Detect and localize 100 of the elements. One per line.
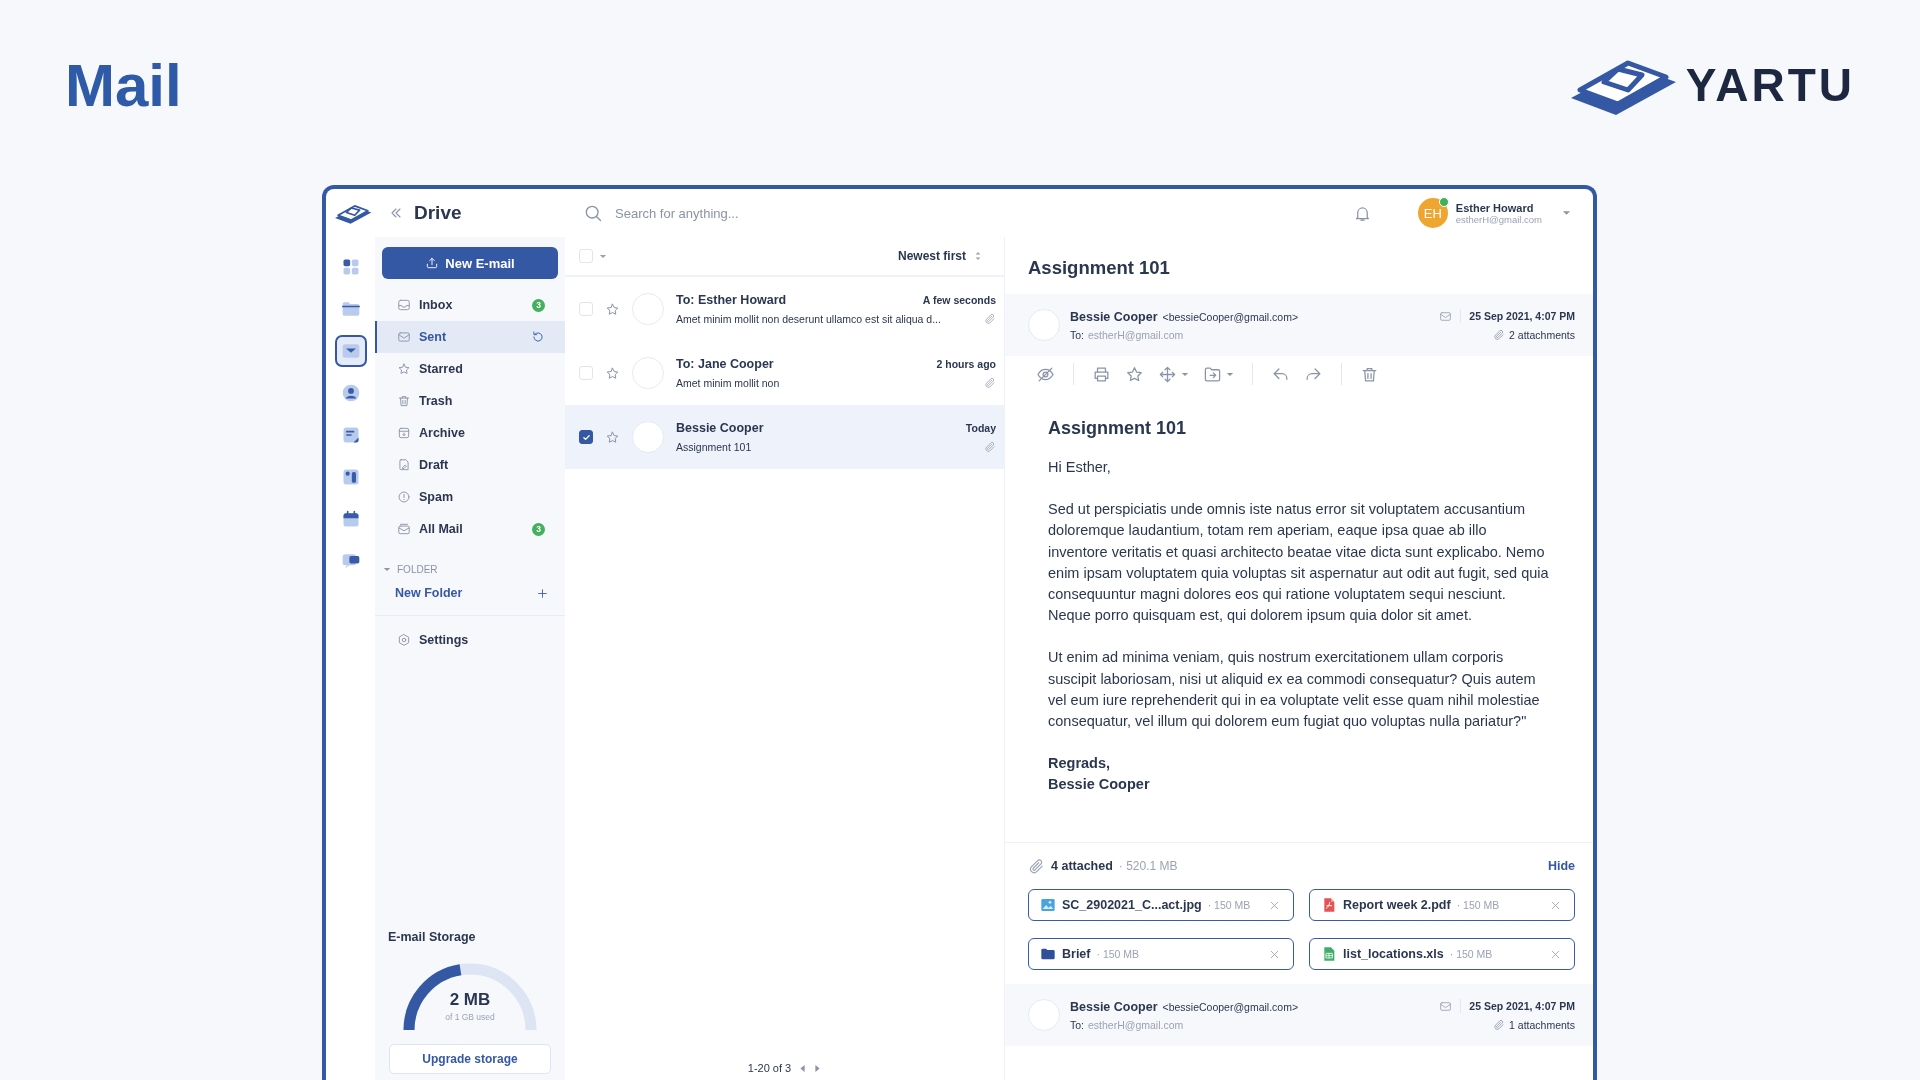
attachment-chip[interactable]: Report week 2.pdf · 150 MB (1309, 889, 1575, 921)
message-date: 25 Sep 2021, 4:07 PM (1469, 1000, 1575, 1012)
checkbox[interactable] (579, 430, 593, 444)
greeting: Hi Esther, (1048, 458, 1112, 477)
message-paragraph: Sed ut perspiciatis unde omnis iste natus error sit voluptatem accusantium doloremque laudantium, totam rem aperiam, eaque ipsa quae ab illo inventore veritatis et quasi architecto beatae vitae dicta sunt explicabo. Nemo enim ipsam voluptatem quia voluptas sit aspernatur aut odit aut fugit, sed quia consequuntur magni dolores eos qui ratione voluptatem sequi nesciunt. Neque porro quisquam est, qui dolorem ipsum quia dolor sit amet. (1048, 500, 1550, 626)
attachment-count: 4 attached (1051, 859, 1113, 873)
envelope-icon (1439, 309, 1453, 323)
avatar (632, 357, 664, 389)
sort-icon[interactable] (974, 250, 982, 262)
message-heading: Assignment 101 (1048, 418, 1188, 439)
nav-item[interactable]: Trash (375, 385, 565, 417)
avatar (632, 293, 664, 325)
pagination-label: 1-20 of 3 (747, 1062, 792, 1074)
star-icon[interactable] (605, 365, 620, 381)
mail-row[interactable]: Bessie Cooper Today Assignment 101 (565, 405, 1004, 469)
paperclip-icon (1493, 329, 1506, 341)
spreadsheet-icon (1321, 946, 1337, 962)
trash-icon (397, 394, 411, 408)
mail-time: Today (965, 422, 996, 434)
search-icon (583, 203, 603, 223)
hide-link[interactable]: Hide (1547, 859, 1575, 873)
attachment-chip[interactable]: list_locations.xls · 150 MB (1309, 938, 1575, 970)
attachment-size: · 520.1 MB (1118, 859, 1178, 873)
archive-icon (397, 426, 411, 440)
mail-time: A few seconds (922, 294, 996, 306)
check-icon (581, 432, 591, 442)
file-size: · 150 MB (1449, 948, 1493, 960)
file-name: list_locations.xls (1343, 947, 1444, 961)
nav-item[interactable]: Starred (375, 353, 565, 385)
caret-icon[interactable] (1181, 371, 1189, 377)
count-badge: 3 (532, 298, 545, 312)
mail-title: To: Jane Cooper (676, 357, 774, 371)
paperclip-icon (1028, 857, 1045, 875)
star-icon[interactable] (605, 429, 620, 445)
new-folder-link[interactable]: New Folder (375, 579, 565, 607)
mail-title: Bessie Cooper (676, 421, 764, 435)
to-label: To: (1070, 1018, 1084, 1031)
nav-item[interactable]: Sent (375, 321, 565, 353)
nav-item[interactable]: Draft (375, 449, 565, 481)
nav-item[interactable]: Settings (375, 624, 565, 656)
mail-row[interactable]: To: Esther Howard A few seconds Amet minim mollit non deserunt ullamco est sit aliqua d... (565, 277, 1004, 341)
mail-stack-icon (397, 522, 411, 536)
draft-icon (397, 458, 411, 472)
sender-address: <bessieCooper@gmail.com> (1162, 310, 1299, 323)
message-date: 25 Sep 2021, 4:07 PM (1469, 310, 1575, 322)
previous-icon[interactable] (799, 1063, 807, 1073)
mail-row[interactable]: To: Jane Cooper 2 hours ago Amet minim mollit non (565, 341, 1004, 405)
caret-icon[interactable] (383, 566, 391, 572)
plus-icon (536, 586, 549, 600)
person-icon (340, 383, 361, 403)
user-email: estherH@gmail.com (1455, 213, 1542, 225)
rail-button[interactable] (334, 335, 367, 367)
caret-icon[interactable] (1226, 371, 1234, 377)
caret-icon[interactable] (599, 253, 607, 259)
attachment-chip[interactable]: SC_2902021_C...act.jpg · 150 MB (1028, 889, 1294, 921)
attachment-note: 2 attachments (1509, 329, 1575, 341)
settings-icon (397, 633, 411, 647)
to-label: To: (1070, 328, 1084, 341)
nav-item[interactable]: Spam (375, 481, 565, 513)
image-icon (1040, 897, 1056, 913)
nav-item[interactable]: All Mail 3 (375, 513, 565, 545)
storage-title: E-mail Storage (387, 930, 477, 944)
star-icon[interactable] (1125, 364, 1144, 384)
mail-preview: Amet minim mollit non (676, 377, 780, 389)
sort-dropdown[interactable]: Newest first (897, 249, 966, 263)
user-name: Esther Howard (1455, 201, 1535, 214)
signature-line: Regrads, (1048, 754, 1112, 774)
mail-preview: Assignment 101 (676, 441, 752, 453)
recipient-address: estherH@gmail.com (1088, 1018, 1184, 1031)
signature-line: Bessie Cooper (1048, 775, 1151, 795)
attachment-chip[interactable]: Brief · 150 MB (1028, 938, 1294, 970)
section-label: FOLDER (397, 563, 438, 575)
envelope-icon (1439, 999, 1453, 1013)
refresh-icon[interactable] (531, 330, 545, 344)
avatar (1028, 309, 1060, 341)
pdf-file-icon (1321, 897, 1337, 913)
file-name: SC_2902021_C...act.jpg (1062, 898, 1202, 912)
next-icon[interactable] (814, 1063, 822, 1073)
sender-address: <bessieCooper@gmail.com> (1162, 1000, 1299, 1013)
nav-item[interactable]: Archive (375, 417, 565, 449)
user-avatar: EH (1417, 198, 1448, 228)
message-paragraph: Ut enim ad minima veniam, quis nostrum exercitationem ullam corporis suscipit laboriosam, nisi ut aliquid ex ea commodi consequatur? Quis autem vel eum iure reprehenderit qui in ea voluptate velit esse quam nihil molestiae consequatur, vel illum qui dolorem eum fugiat quo voluptas nulla pariatur?" (1048, 648, 1541, 732)
paperclip-icon (1493, 1019, 1506, 1031)
star-icon[interactable] (605, 301, 620, 317)
inbox-icon (397, 298, 411, 312)
avatar (632, 421, 664, 453)
folder-icon (1040, 946, 1056, 962)
new-email-button[interactable]: New E-mail (382, 247, 558, 279)
upgrade-button[interactable]: Upgrade storage (389, 1044, 551, 1074)
search-field[interactable]: Search for anything... (613, 204, 937, 222)
caret-icon[interactable] (1562, 210, 1571, 216)
nav-item[interactable]: Inbox 3 (375, 289, 565, 321)
move-icon[interactable] (1158, 364, 1177, 384)
attachment-note: 1 attachments (1509, 1019, 1575, 1031)
mail-time: 2 hours ago (936, 358, 996, 370)
file-name: Brief (1062, 947, 1091, 961)
star-icon (397, 362, 411, 376)
apps-icon (340, 257, 361, 277)
alert-icon (397, 490, 411, 504)
sender-name: Bessie Cooper (1070, 999, 1158, 1014)
